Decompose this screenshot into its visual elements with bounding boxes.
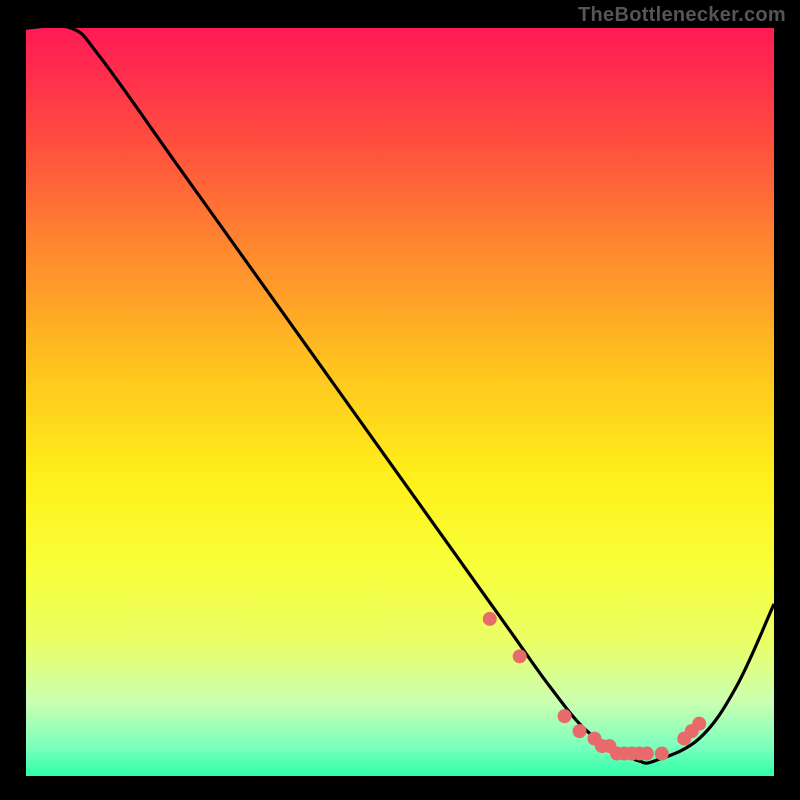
chart-svg [0,0,800,800]
data-dot [640,747,654,761]
data-dot [655,747,669,761]
plot-background [26,28,774,776]
data-dot [573,724,587,738]
chart-root: TheBottlenecker.com [0,0,800,800]
data-dot [558,709,572,723]
data-dot [483,612,497,626]
attribution-text: TheBottlenecker.com [578,4,786,27]
data-dot [513,649,527,663]
data-dot [692,717,706,731]
